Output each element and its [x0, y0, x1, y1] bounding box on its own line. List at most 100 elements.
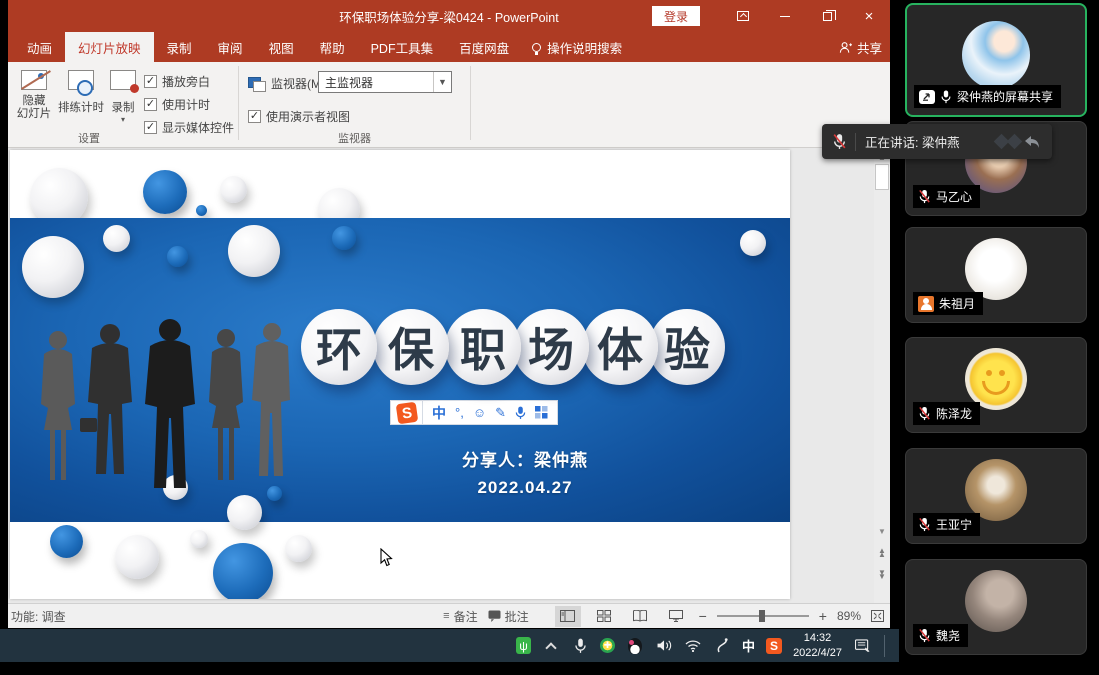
- title-char: 体: [597, 314, 643, 380]
- zoom-slider[interactable]: [717, 615, 809, 617]
- taskbar-clock[interactable]: 14:32 2022/4/27: [793, 631, 842, 661]
- tab-pdf-tools[interactable]: PDF工具集: [358, 32, 447, 62]
- tray-overflow-chevron[interactable]: [542, 637, 560, 655]
- close-button[interactable]: ×: [848, 0, 890, 32]
- date-text: 2022.04.27: [390, 478, 660, 498]
- tab-animations[interactable]: 动画: [14, 32, 65, 62]
- ime-language-toggle[interactable]: 中: [432, 403, 446, 423]
- ime-voice-icon[interactable]: [515, 406, 526, 420]
- lightbulb-icon: [532, 43, 541, 52]
- decor-ball: [228, 225, 280, 277]
- checkbox-use-timings[interactable]: ✓ 使用计时: [144, 96, 210, 113]
- presenter-text: 分享人：梁仲燕: [390, 446, 660, 471]
- show-media-controls-label: 显示媒体控件: [162, 119, 234, 136]
- next-slide-button[interactable]: ▼▼: [874, 568, 890, 582]
- scroll-down-button[interactable]: ▼: [874, 524, 890, 538]
- tab-review[interactable]: 审阅: [205, 32, 256, 62]
- status-bar: 功能: 调查 ≡ 备注 批注: [8, 603, 890, 628]
- decor-ball: [285, 535, 312, 562]
- participant-tile-chenzelong[interactable]: 陈泽龙: [905, 337, 1087, 433]
- decor-ball: [740, 230, 766, 256]
- slide-sorter-icon: [597, 610, 611, 622]
- participant-tile-zhuzuyue[interactable]: 朱祖月: [905, 227, 1087, 323]
- sogou-ime-toolbar[interactable]: S 中 °, ☺ ✎: [390, 400, 558, 425]
- ime-punctuation-toggle[interactable]: °,: [455, 405, 464, 420]
- participant-name: 朱祖月: [939, 295, 975, 312]
- volume-tray-icon[interactable]: [655, 637, 673, 655]
- mic-muted-icon: [918, 189, 931, 204]
- tab-record[interactable]: 录制: [154, 32, 205, 62]
- microphone-tray-icon[interactable]: [571, 637, 589, 655]
- decor-ball: [332, 226, 356, 250]
- tab-baidu-netdisk[interactable]: 百度网盘: [446, 32, 522, 62]
- decor-ball: [196, 205, 207, 216]
- minimize-button[interactable]: [764, 0, 806, 32]
- vertical-scrollbar[interactable]: ▲ ▼ ▲▲ ▼▼: [874, 150, 890, 603]
- close-icon: ×: [865, 9, 874, 24]
- input-method-indicator[interactable]: 中: [742, 636, 755, 655]
- checkbox-use-presenter-view[interactable]: ✓ 使用演示者视图: [248, 108, 350, 125]
- record-dropdown-arrow[interactable]: ▾: [121, 115, 125, 124]
- checkbox-icon: ✓: [144, 75, 157, 88]
- participant-name-plate: 梁仲燕的屏幕共享: [914, 85, 1061, 108]
- clock-date: 2022/4/27: [793, 646, 842, 661]
- monitor-dropdown[interactable]: 主监视器 ▼: [318, 71, 452, 93]
- zoom-slider-thumb[interactable]: [759, 610, 765, 622]
- tab-help[interactable]: 帮助: [307, 32, 358, 62]
- record-button[interactable]: 录制 ▾: [106, 70, 140, 124]
- usb-device-icon[interactable]: ψ: [516, 637, 531, 654]
- sogou-tray-icon[interactable]: S: [766, 638, 782, 654]
- slideshow-icon: [669, 610, 683, 622]
- connection-tray-icon[interactable]: [713, 637, 731, 655]
- title-char: 验: [664, 314, 710, 380]
- tab-view[interactable]: 视图: [256, 32, 307, 62]
- checkbox-play-narrations[interactable]: ✓ 播放旁白: [144, 73, 210, 90]
- comments-button[interactable]: 批注: [488, 608, 529, 625]
- ime-emoji-icon[interactable]: ☺: [473, 405, 486, 420]
- ime-handwriting-icon[interactable]: ✎: [495, 405, 506, 421]
- show-desktop-divider[interactable]: [884, 635, 885, 657]
- notes-icon: ≡: [443, 610, 449, 622]
- checkbox-show-media-controls[interactable]: ✓ 显示媒体控件: [144, 119, 234, 136]
- hide-slide-button[interactable]: 隐藏 幻灯片: [14, 70, 54, 121]
- reading-view-icon: [633, 610, 647, 622]
- notification-icon: [855, 639, 870, 653]
- zoom-out-button[interactable]: −: [699, 608, 707, 624]
- ribbon-display-options-button[interactable]: [722, 0, 764, 32]
- participant-tile-weiyao[interactable]: 魏尧: [905, 559, 1087, 655]
- notes-button[interactable]: ≡ 备注: [443, 608, 477, 625]
- ribbon-separator: [238, 66, 239, 140]
- qq-icon[interactable]: [626, 637, 644, 655]
- decor-ball: [190, 530, 208, 548]
- slide-canvas[interactable]: 环 保 职 场 体 验 S 中 °, ☺ ✎ 分享人：梁仲燕 2022.04.2…: [10, 150, 790, 599]
- restore-button[interactable]: [806, 0, 848, 32]
- share-button[interactable]: 共享: [839, 32, 882, 62]
- zoom-in-button[interactable]: +: [819, 608, 827, 624]
- participant-tile-wangyaning[interactable]: 王亚宁: [905, 448, 1087, 544]
- action-center-button[interactable]: [853, 637, 871, 655]
- participant-tile-liangzhongyan[interactable]: 梁仲燕的屏幕共享: [905, 3, 1087, 117]
- decor-ball: [115, 535, 159, 579]
- login-button[interactable]: 登录: [652, 6, 700, 26]
- previous-slide-button[interactable]: ▲▲: [874, 546, 890, 560]
- chevron-up-icon: [545, 642, 556, 653]
- wifi-tray-icon[interactable]: [684, 637, 702, 655]
- notes-label: 备注: [454, 608, 478, 625]
- screen: 环保职场体验分享-梁0424 - PowerPoint 登录 × 动画 幻灯片放…: [0, 0, 1099, 675]
- qq-penguin-icon: [628, 638, 642, 654]
- health-app-icon[interactable]: ✚: [600, 638, 615, 653]
- toast-decoration: [996, 134, 1042, 150]
- scrollbar-thumb[interactable]: [875, 164, 889, 190]
- fit-slide-to-window-button[interactable]: [871, 610, 884, 622]
- tab-slideshow[interactable]: 幻灯片放映: [65, 32, 154, 62]
- tell-me-search[interactable]: 操作说明搜索: [522, 32, 632, 62]
- zoom-level[interactable]: 89%: [837, 609, 861, 623]
- normal-view-button[interactable]: [555, 606, 581, 627]
- ime-toolbox-icon[interactable]: [535, 406, 548, 419]
- slide-sorter-view-button[interactable]: [591, 606, 617, 627]
- slideshow-view-button[interactable]: [663, 606, 689, 627]
- sogou-logo[interactable]: S: [390, 400, 423, 425]
- rehearse-timings-button[interactable]: 排练计时: [55, 70, 107, 115]
- reading-view-button[interactable]: [627, 606, 653, 627]
- avatar: [965, 459, 1027, 521]
